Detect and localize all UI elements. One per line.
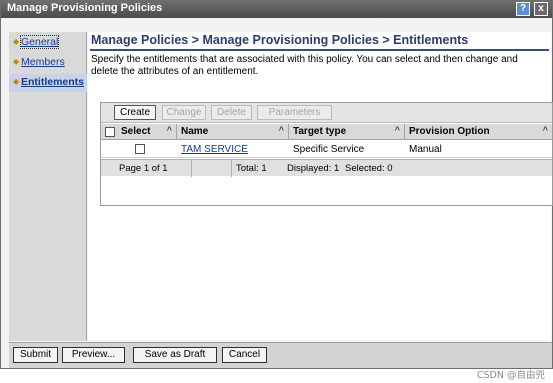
column-select[interactable]: Select ^ <box>101 124 177 140</box>
column-target-type[interactable]: Target type ^ <box>289 124 405 140</box>
page-description: Specify the entitlements that are associ… <box>91 54 518 77</box>
provision-option-cell: Manual <box>409 144 442 155</box>
column-label: Provision Option <box>409 126 490 137</box>
sidebar-item-label: Entitlements <box>21 76 85 88</box>
table-row: TAM SERVICE Specific Service Manual <box>101 141 552 158</box>
create-button[interactable]: Create <box>114 105 156 120</box>
footer-divider <box>231 160 232 177</box>
select-all-checkbox[interactable] <box>105 127 115 137</box>
entitlement-name-link[interactable]: TAM SERVICE <box>181 144 248 155</box>
bullet-icon: ◆ <box>13 37 20 46</box>
watermark: CSDN @自由兜 <box>476 370 545 381</box>
page-indicator: Page 1 of 1 <box>119 163 168 174</box>
column-provision-option[interactable]: Provision Option ^ <box>405 124 552 140</box>
window-title: Manage Provisioning Policies <box>7 2 163 14</box>
entitlements-table: Create Change Delete Parameters Select ^… <box>100 102 553 206</box>
breadcrumb: Manage Policies > Manage Provisioning Po… <box>91 33 469 47</box>
sort-icon[interactable]: ^ <box>543 125 548 135</box>
column-name[interactable]: Name ^ <box>177 124 289 140</box>
table-footer: Page 1 of 1 Total: 1 Displayed: 1 Select… <box>101 159 552 177</box>
title-bar: Manage Provisioning Policies ? x <box>1 1 552 18</box>
title-divider <box>90 49 549 51</box>
sidebar-item-label: Members <box>21 56 65 68</box>
total-count: Total: 1 <box>236 163 267 174</box>
close-icon[interactable]: x <box>534 2 548 16</box>
target-type-cell: Specific Service <box>293 144 365 155</box>
action-bar: Submit Preview... Save as Draft Cancel <box>9 342 552 368</box>
sidebar-item-label: General <box>19 35 60 49</box>
sort-icon[interactable]: ^ <box>279 125 284 135</box>
provisioning-window: Manage Provisioning Policies ? x ◆ Gener… <box>0 0 553 369</box>
displayed-count: Displayed: 1 <box>287 163 340 174</box>
bullet-icon: ◆ <box>13 57 20 66</box>
column-label: Target type <box>293 126 347 137</box>
column-label: Name <box>181 126 209 137</box>
row-checkbox[interactable] <box>135 144 145 154</box>
change-button[interactable]: Change <box>162 105 206 120</box>
selected-count: Selected: 0 <box>345 163 393 174</box>
delete-button[interactable]: Delete <box>211 105 252 120</box>
help-icon[interactable]: ? <box>516 2 530 16</box>
bullet-icon: ◆ <box>13 77 20 86</box>
table-header: Select ^ Name ^ Target type ^ Provision … <box>101 124 552 140</box>
column-label: Select <box>121 126 151 137</box>
preview-button[interactable]: Preview... <box>62 347 125 363</box>
submit-button[interactable]: Submit <box>13 347 58 363</box>
sidebar-item-entitlements[interactable]: ◆ Entitlements <box>9 74 87 92</box>
parameters-button[interactable]: Parameters <box>257 105 332 120</box>
cancel-button[interactable]: Cancel <box>222 347 267 363</box>
main-content: Manage Policies > Manage Provisioning Po… <box>88 32 553 341</box>
table-toolbar: Create Change Delete Parameters <box>101 103 552 123</box>
sidebar-item-general[interactable]: ◆ General <box>9 34 87 52</box>
sidebar: ◆ General ◆ Members ◆ Entitlements <box>9 32 87 341</box>
sidebar-item-members[interactable]: ◆ Members <box>9 54 87 72</box>
save-as-draft-button[interactable]: Save as Draft <box>133 347 217 363</box>
sort-icon[interactable]: ^ <box>167 125 172 135</box>
footer-divider <box>191 160 192 177</box>
sort-icon[interactable]: ^ <box>395 125 400 135</box>
